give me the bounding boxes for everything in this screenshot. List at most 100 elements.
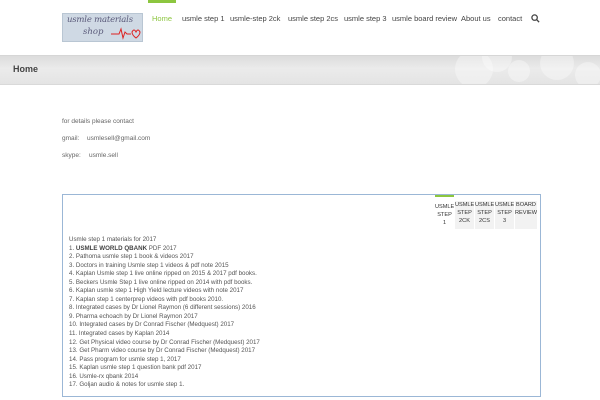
list-item-number: 9.: [69, 312, 76, 320]
list-item-text: Pass program for usmle step 1, 2017: [79, 355, 181, 363]
contact-intro: for details please contact: [62, 118, 134, 125]
nav-usmle-step-2ck[interactable]: usmle-step 2ck: [230, 0, 280, 40]
list-item-text: Kaplan usmle step 1 High Yield lecture v…: [75, 287, 244, 295]
skype-row: skype: usmle.sell: [62, 152, 118, 159]
list-item-text: Doctors in training Usmle step 1 videos …: [75, 261, 229, 269]
nav-about-us[interactable]: About us: [461, 0, 491, 40]
tab-label: 3: [502, 218, 507, 224]
list-item: 9. Pharma echoach by Dr Lionel Raymon 20…: [69, 313, 369, 322]
nav-home[interactable]: Home: [147, 0, 177, 40]
list-item: 7. Kaplan step 1 centerprep videos with …: [69, 296, 369, 305]
list-item: 6. Kaplan usmle step 1 High Yield lectur…: [69, 287, 369, 296]
skype-label: skype:: [62, 152, 81, 159]
list-item-text: Integrated cases by Kaplan 2014: [78, 330, 170, 338]
list-item-number: 10.: [69, 321, 80, 329]
decorative-bubble: [540, 56, 574, 80]
skype-value: usmle.sell: [89, 152, 118, 159]
list-item: 16. Usmle-rx qbank 2014: [69, 373, 369, 382]
list-item-text: Integrated cases by Dr Conrad Fischer (M…: [79, 321, 235, 329]
list-item: 12. Get Physical video course by Dr Conr…: [69, 339, 369, 348]
list-item-text: Usmle-rx qbank 2014: [79, 372, 139, 380]
list-item-number: 3.: [69, 261, 76, 269]
list-item: 2. Pathoma usmle step 1 book & videos 20…: [69, 253, 369, 262]
list-item: 5. Beckers Usmle Step 1 live online ripp…: [69, 279, 369, 288]
nav-contact[interactable]: contact: [498, 0, 522, 40]
gmail-row: gmail: usmlesell@gmail.com: [62, 135, 150, 142]
list-title: Usmle step 1 materials for 2017: [69, 236, 157, 243]
logo-line-1: usmle materials: [67, 15, 133, 25]
heartbeat-icon: [111, 27, 141, 40]
materials-panel: USMLE STEP 1 USMLE STEP 2CK USMLE STEP 2…: [62, 194, 541, 397]
list-item-text: Kaplan usmle step 1 question bank pdf 20…: [79, 364, 202, 372]
tab-label: STEP: [477, 210, 492, 216]
list-item-number: 1.: [69, 244, 76, 252]
tab-usmle-step-3[interactable]: USMLE STEP 3: [495, 201, 514, 229]
list-item-text: Goljan audio & notes for usmle step 1.: [79, 381, 185, 389]
list-item-text: Kaplan Usmle step 1 live online ripped o…: [75, 270, 257, 278]
tab-usmle-step-1[interactable]: USMLE STEP 1: [435, 195, 454, 229]
tab-label: USMLE: [475, 202, 495, 208]
decorative-bubble: [575, 62, 600, 84]
logo-line-2: shop: [83, 27, 104, 37]
decorative-bubble: [508, 60, 530, 82]
materials-list: Usmle step 1 materials for 2017 1. USMLE…: [69, 236, 369, 390]
tab-label: 2CS: [479, 218, 490, 224]
tab-label: REVIEW: [515, 210, 538, 216]
site-logo[interactable]: usmle materials shop: [62, 13, 143, 42]
list-item-number: 14.: [69, 355, 80, 363]
list-item: 14. Pass program for usmle step 1, 2017: [69, 356, 369, 365]
list-item-number: 4.: [69, 270, 76, 278]
list-item: 11. Integrated cases by Kaplan 2014: [69, 330, 369, 339]
nav-usmle-step-3[interactable]: usmle step 3: [344, 0, 387, 40]
tab-label: 1: [442, 220, 447, 226]
tab-label: STEP: [457, 210, 472, 216]
list-item: 13. Get Pharm video course by Dr Conrad …: [69, 347, 369, 356]
list-item-number: 11.: [69, 330, 79, 338]
tab-label: USMLE: [435, 204, 455, 210]
list-item-number: 15.: [69, 364, 80, 372]
gmail-label: gmail:: [62, 135, 80, 142]
list-item: 15. Kaplan usmle step 1 question bank pd…: [69, 364, 369, 373]
list-item-number: 16.: [69, 372, 80, 380]
search-icon[interactable]: [531, 14, 540, 23]
list-item-text: Integrated cases by Dr Lionel Raymon (6 …: [75, 304, 256, 312]
tab-label: BOARD: [516, 202, 536, 208]
list-item-bold[interactable]: USMLE WORLD QBANK: [76, 245, 147, 252]
tab-usmle-step-2ck[interactable]: USMLE STEP 2CK: [455, 201, 474, 229]
nav-usmle-step-2cs[interactable]: usmle step 2cs: [288, 0, 338, 40]
list-item: 3. Doctors in training Usmle step 1 vide…: [69, 262, 369, 271]
tab-label: STEP: [497, 210, 512, 216]
site-header: usmle materials shop Home usmle step 1 u…: [0, 0, 600, 55]
page-title: Home: [13, 64, 39, 74]
tab-label: USMLE: [455, 202, 475, 208]
list-item-text: Pharma echoach by Dr Lionel Raymon 2017: [75, 312, 198, 320]
list-item-number: 6.: [69, 287, 76, 295]
nav-usmle-board-review[interactable]: usmle board review: [392, 0, 457, 40]
tab-board-review[interactable]: BOARD REVIEW: [515, 201, 537, 229]
list-item-text: Kaplan step 1 centerprep videos with pdf…: [75, 295, 224, 303]
tab-usmle-step-2cs[interactable]: USMLE STEP 2CS: [475, 201, 494, 229]
tab-label: USMLE: [495, 202, 515, 208]
tab-label: STEP: [437, 212, 452, 218]
list-item: 4. Kaplan Usmle step 1 live online rippe…: [69, 270, 369, 279]
list-item: 10. Integrated cases by Dr Conrad Fische…: [69, 321, 369, 330]
list-item-text: Beckers Usmle Step 1 live online ripped …: [75, 278, 253, 286]
list-item-number: 2.: [69, 253, 76, 261]
gmail-value[interactable]: usmlesell@gmail.com: [87, 135, 150, 142]
list-item-text: PDF 2017: [147, 244, 177, 252]
list-item-number: 5.: [69, 278, 76, 286]
list-item-number: 8.: [69, 304, 76, 312]
list-item-number: 7.: [69, 295, 76, 303]
page-title-bar: [0, 55, 600, 85]
list-item: 8. Integrated cases by Dr Lionel Raymon …: [69, 304, 369, 313]
list-item: 17. Goljan audio & notes for usmle step …: [69, 381, 369, 390]
list-item-text: Pathoma usmle step 1 book & videos 2017: [75, 253, 194, 261]
tab-label: 2CK: [459, 218, 470, 224]
list-item-text: Get Pharm video course by Dr Conrad Fisc…: [79, 347, 256, 355]
list-item-text: Get Physical video course by Dr Conrad F…: [79, 338, 260, 346]
list-item: 1. USMLE WORLD QBANK PDF 2017: [69, 245, 369, 254]
list-item-number: 13.: [69, 347, 80, 355]
list-item-number: 17.: [69, 381, 80, 389]
list-item-number: 12.: [69, 338, 80, 346]
nav-usmle-step-1[interactable]: usmle step 1: [182, 0, 225, 40]
